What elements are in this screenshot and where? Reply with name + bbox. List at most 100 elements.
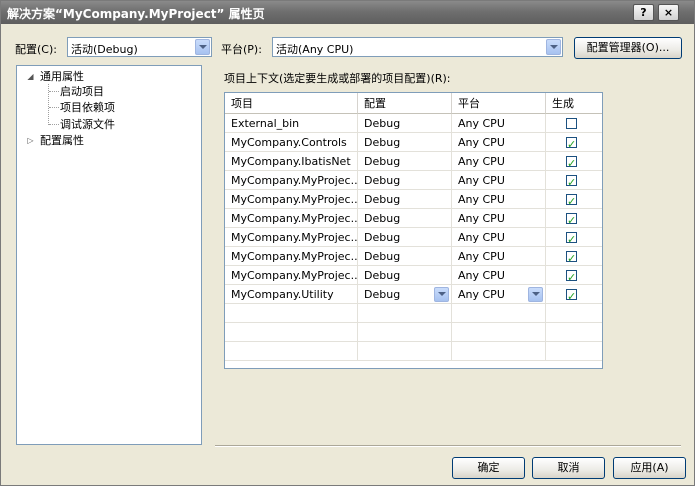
cell-text: MyCompany.MyProjec... [231, 231, 358, 244]
cell-text: MyCompany.Controls [231, 136, 347, 149]
cell-project[interactable]: MyCompany.IbatisNet [225, 152, 358, 171]
table-row[interactable]: MyCompany.MyProjec... Debug Any CPU [225, 266, 602, 285]
build-checkbox[interactable] [566, 154, 577, 170]
column-header-config[interactable]: 配置 [358, 93, 452, 114]
cell-text: Debug [364, 269, 401, 282]
build-checkbox[interactable] [566, 173, 577, 189]
cell-config[interactable]: Debug [358, 152, 452, 171]
table-row[interactable]: MyCompany.MyProjec... Debug Any CPU [225, 247, 602, 266]
build-checkbox[interactable] [566, 287, 577, 303]
cell-config[interactable]: Debug [358, 171, 452, 190]
tree-node-dependencies[interactable]: 项目依赖项 [60, 100, 115, 115]
cell-config[interactable]: Debug [358, 209, 452, 228]
expand-icon[interactable]: ▷ [26, 136, 35, 145]
cell-config[interactable]: Debug [358, 285, 452, 304]
cell-project[interactable]: MyCompany.MyProjec... [225, 190, 358, 209]
cell-project[interactable]: MyCompany.MyProjec... [225, 247, 358, 266]
cell-platform[interactable]: Any CPU [452, 114, 546, 133]
build-checkbox[interactable] [566, 135, 577, 151]
tree-node-common[interactable]: 通用属性 [40, 69, 84, 84]
build-checkbox[interactable] [566, 192, 577, 208]
cell-platform[interactable]: Any CPU [452, 152, 546, 171]
cell-project[interactable]: MyCompany.MyProjec... [225, 228, 358, 247]
cell-config[interactable]: Debug [358, 228, 452, 247]
cell-text: Any CPU [458, 193, 505, 206]
cell-build[interactable] [546, 228, 602, 247]
chevron-down-icon[interactable] [434, 287, 449, 302]
table-row[interactable]: MyCompany.MyProjec... Debug Any CPU [225, 228, 602, 247]
title-bar[interactable]: 解决方案“MyCompany.MyProject” 属性页 ? × [1, 1, 694, 24]
property-tree[interactable]: ◢ 通用属性 启动项目 项目依赖项 调试源文件 ▷ 配置属性 [16, 65, 202, 445]
tree-node-debug-source[interactable]: 调试源文件 [60, 117, 115, 132]
cell-project[interactable]: External_bin [225, 114, 358, 133]
ok-button[interactable]: 确定 [452, 457, 525, 479]
cell-platform[interactable]: Any CPU [452, 228, 546, 247]
cancel-button[interactable]: 取消 [532, 457, 605, 479]
table-row[interactable]: MyCompany.MyProjec... Debug Any CPU [225, 209, 602, 228]
chevron-down-icon[interactable] [195, 39, 210, 55]
cell-project[interactable]: MyCompany.Controls [225, 133, 358, 152]
cell-project[interactable]: MyCompany.MyProjec... [225, 171, 358, 190]
cell-build [546, 342, 602, 361]
build-checkbox[interactable] [566, 268, 577, 284]
cell-build[interactable] [546, 247, 602, 266]
cell-build[interactable] [546, 152, 602, 171]
tree-node-startup[interactable]: 启动项目 [60, 84, 104, 99]
collapse-icon[interactable]: ◢ [26, 72, 35, 81]
build-checkbox[interactable] [566, 118, 577, 129]
tree-node-config-props[interactable]: 配置属性 [40, 133, 84, 148]
cell-build[interactable] [546, 171, 602, 190]
cell-platform[interactable]: Any CPU [452, 266, 546, 285]
cell-build[interactable] [546, 285, 602, 304]
cell-platform[interactable]: Any CPU [452, 209, 546, 228]
cell-platform[interactable]: Any CPU [452, 190, 546, 209]
cell-config[interactable]: Debug [358, 190, 452, 209]
cell-config[interactable]: Debug [358, 133, 452, 152]
close-button[interactable]: × [658, 4, 679, 21]
cell-text: Any CPU [458, 117, 505, 130]
cell-project[interactable]: MyCompany.MyProjec... [225, 266, 358, 285]
cell-build[interactable] [546, 190, 602, 209]
cell-platform[interactable]: Any CPU [452, 133, 546, 152]
table-row[interactable]: External_bin Debug Any CPU [225, 114, 602, 133]
config-select[interactable]: 活动(Debug) [67, 37, 212, 57]
cell-config[interactable]: Debug [358, 247, 452, 266]
build-checkbox[interactable] [566, 211, 577, 227]
column-header-build[interactable]: 生成 [546, 93, 602, 114]
cell-project[interactable]: MyCompany.Utility [225, 285, 358, 304]
config-manager-button[interactable]: 配置管理器(O)... [574, 37, 682, 59]
project-grid: 项目 配置 平台 生成 External_bin Debug Any CPU MyCo… [224, 92, 603, 369]
cell-config[interactable]: Debug [358, 266, 452, 285]
chevron-down-icon[interactable] [528, 287, 543, 302]
cell-platform[interactable]: Any CPU [452, 171, 546, 190]
table-row[interactable]: MyCompany.IbatisNet Debug Any CPU [225, 152, 602, 171]
platform-select[interactable]: 活动(Any CPU) [272, 37, 563, 57]
build-checkbox[interactable] [566, 249, 577, 265]
cell-text: MyCompany.Utility [231, 288, 334, 301]
table-row[interactable]: MyCompany.MyProjec... Debug Any CPU [225, 190, 602, 209]
column-header-platform[interactable]: 平台 [452, 93, 546, 114]
cell-text: Debug [364, 155, 401, 168]
cell-platform[interactable]: Any CPU [452, 285, 546, 304]
column-header-project[interactable]: 项目 [225, 93, 358, 114]
help-button[interactable]: ? [633, 4, 654, 21]
chevron-down-icon[interactable] [546, 39, 561, 55]
cell-project[interactable]: MyCompany.MyProjec... [225, 209, 358, 228]
cell-build[interactable] [546, 209, 602, 228]
cell-build[interactable] [546, 114, 602, 133]
cell-text: MyCompany.MyProjec... [231, 269, 358, 282]
cell-project [225, 323, 358, 342]
apply-button[interactable]: 应用(A) [613, 457, 686, 479]
table-row[interactable]: MyCompany.Utility Debug Any CPU [225, 285, 602, 304]
cell-build[interactable] [546, 266, 602, 285]
cell-build[interactable] [546, 133, 602, 152]
cell-config[interactable]: Debug [358, 114, 452, 133]
cell-text: Any CPU [458, 231, 505, 244]
footer-divider [215, 445, 681, 447]
build-checkbox[interactable] [566, 230, 577, 246]
table-row[interactable]: MyCompany.MyProjec... Debug Any CPU [225, 171, 602, 190]
cell-platform[interactable]: Any CPU [452, 247, 546, 266]
cell-config [358, 323, 452, 342]
cell-text: Any CPU [458, 250, 505, 263]
table-row[interactable]: MyCompany.Controls Debug Any CPU [225, 133, 602, 152]
